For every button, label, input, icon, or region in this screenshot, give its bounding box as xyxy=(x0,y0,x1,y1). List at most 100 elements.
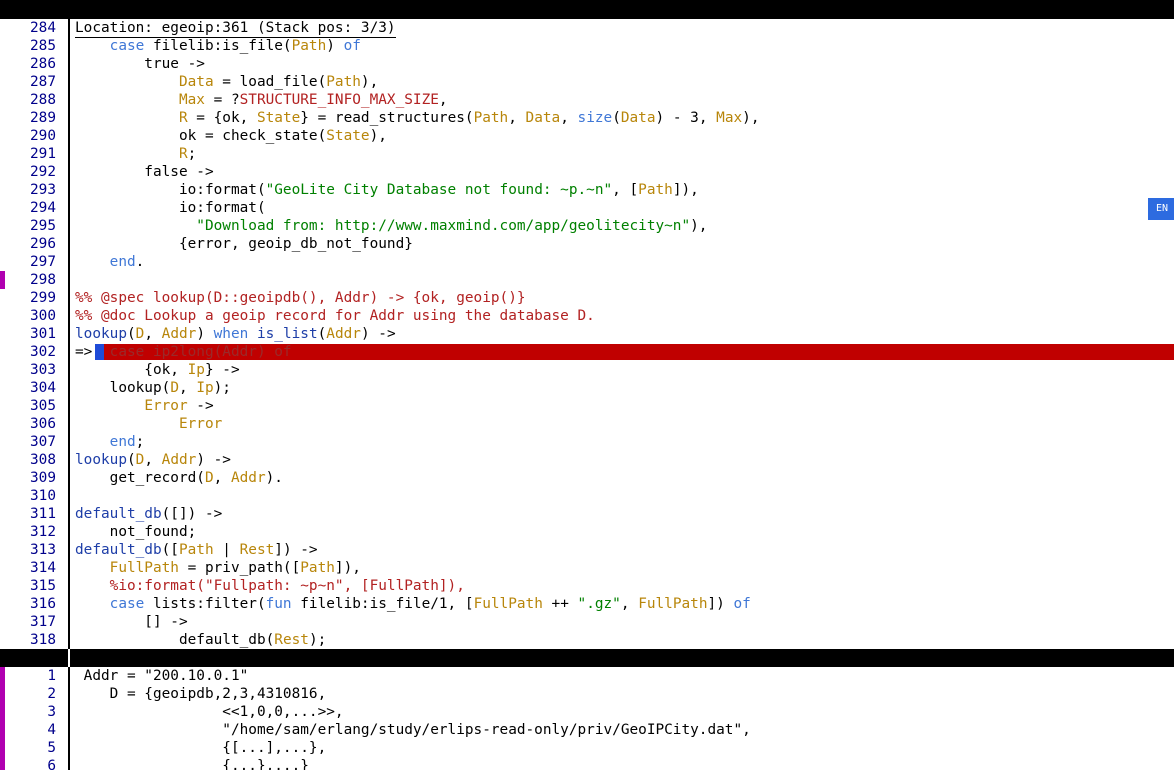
line-number: 300 xyxy=(30,308,56,324)
line-number: 291 xyxy=(30,146,56,162)
separator xyxy=(68,217,70,235)
line-number: 308 xyxy=(30,452,56,468)
code-line: default_db(Rest); xyxy=(75,632,327,648)
separator xyxy=(68,721,70,739)
line-number: 313 xyxy=(30,542,56,558)
code-line: io:format("GeoLite City Database not fou… xyxy=(75,182,699,198)
separator xyxy=(68,667,70,685)
line-number: 299 xyxy=(30,290,56,306)
code-line: {ok, Ip} -> xyxy=(75,362,240,378)
code-line: "Download from: http://www.maxmind.com/a… xyxy=(196,218,708,234)
separator xyxy=(68,73,70,91)
line-number: 305 xyxy=(30,398,56,414)
bindings-pane[interactable]: 1 Addr = "200.10.0.1" 2 D = {geoipdb,2,3… xyxy=(0,667,1174,770)
code-line: not_found; xyxy=(75,524,197,540)
line-number: 315 xyxy=(30,578,56,594)
line-number: 307 xyxy=(30,434,56,450)
code-line: Data = load_file(Path), xyxy=(178,74,379,90)
code-line: io:format( xyxy=(75,200,266,216)
line-number: 289 xyxy=(30,110,56,126)
code-line: ok = check_state(State), xyxy=(75,128,387,144)
separator xyxy=(68,271,70,289)
line-number: 293 xyxy=(30,182,56,198)
separator xyxy=(68,739,70,757)
line-number: 295 xyxy=(30,218,56,234)
code-line: true -> xyxy=(75,56,205,72)
separator xyxy=(68,577,70,595)
line-number: 303 xyxy=(30,362,56,378)
line-number: 3 xyxy=(47,704,56,720)
line-number: 318 xyxy=(30,632,56,648)
line-number: 311 xyxy=(30,506,56,522)
code-line: default_db([Path | Rest]) -> xyxy=(75,542,318,558)
code-line: %% @doc Lookup a geoip record for Addr u… xyxy=(75,308,595,324)
code-line: end; xyxy=(109,434,145,450)
line-number: 296 xyxy=(30,236,56,252)
line-number: 306 xyxy=(30,416,56,432)
separator xyxy=(68,253,70,271)
line-number: 287 xyxy=(30,74,56,90)
separator xyxy=(68,631,70,649)
line-number: 290 xyxy=(30,128,56,144)
separator xyxy=(68,181,70,199)
separator xyxy=(68,289,70,307)
menu-bar: File Edit Options Buffers Tools imenu Erlang YA… xyxy=(0,0,1174,36)
code-line: lookup(D, Addr) -> xyxy=(75,452,231,468)
line-number: 294 xyxy=(30,200,56,216)
separator xyxy=(68,595,70,613)
line-number: 285 xyxy=(30,38,56,54)
separator xyxy=(68,433,70,451)
separator xyxy=(68,145,70,163)
separator xyxy=(68,19,70,37)
line-number: 309 xyxy=(30,470,56,486)
binding-line: {...},...} xyxy=(75,758,309,770)
separator xyxy=(68,469,70,487)
line-number: 2 xyxy=(47,686,56,702)
line-number: 312 xyxy=(30,524,56,540)
line-number: 301 xyxy=(30,326,56,342)
binding-line: <<1,0,0,...>>, xyxy=(75,704,344,720)
line-number: 297 xyxy=(30,254,56,270)
separator xyxy=(68,37,70,55)
code-line: get_record(D, Addr). xyxy=(75,470,283,486)
line-number: 310 xyxy=(30,488,56,504)
code-line: lookup(D, Addr) when is_list(Addr) -> xyxy=(75,326,396,342)
code-line: Error xyxy=(178,416,223,432)
separator xyxy=(68,523,70,541)
line-number: 317 xyxy=(30,614,56,630)
separator xyxy=(68,163,70,181)
code-line: {error, geoip_db_not_found} xyxy=(75,236,413,252)
code-line: %io:format("Fullpath: ~p~n", [FullPath])… xyxy=(75,578,465,594)
code-line: %% @spec lookup(D::geoipdb(), Addr) -> {… xyxy=(75,290,526,306)
separator xyxy=(68,757,70,770)
binding-line: {[...],...}, xyxy=(75,740,327,756)
separator xyxy=(68,559,70,577)
code-line: FullPath = priv_path([Path]), xyxy=(109,560,361,576)
separator xyxy=(68,361,70,379)
line-number: 302 xyxy=(30,344,56,360)
separator xyxy=(68,307,70,325)
separator xyxy=(68,325,70,343)
separator xyxy=(68,487,70,505)
location-header: Location: egeoip:361 (Stack pos: 3/3) xyxy=(75,20,396,38)
separator xyxy=(68,451,70,469)
separator xyxy=(68,127,70,145)
separator xyxy=(68,415,70,433)
line-number: 4 xyxy=(47,722,56,738)
code-line: end. xyxy=(109,254,145,270)
source-pane[interactable]: 284 Location: egeoip:361 (Stack pos: 3/3)… xyxy=(0,19,1174,649)
separator xyxy=(68,613,70,631)
code-line: lookup(D, Ip); xyxy=(75,380,231,396)
side-tab-indicator[interactable]: EN xyxy=(1148,198,1174,220)
code-line: Error -> xyxy=(144,398,214,414)
line-number: 6 xyxy=(47,758,56,770)
separator xyxy=(68,235,70,253)
binding-line: Addr = "200.10.0.1" xyxy=(75,668,249,684)
line-number: 316 xyxy=(30,596,56,612)
line-number: 284 xyxy=(30,20,56,36)
separator xyxy=(68,109,70,127)
separator xyxy=(68,505,70,523)
separator xyxy=(68,199,70,217)
line-number: 5 xyxy=(47,740,56,756)
separator xyxy=(68,379,70,397)
